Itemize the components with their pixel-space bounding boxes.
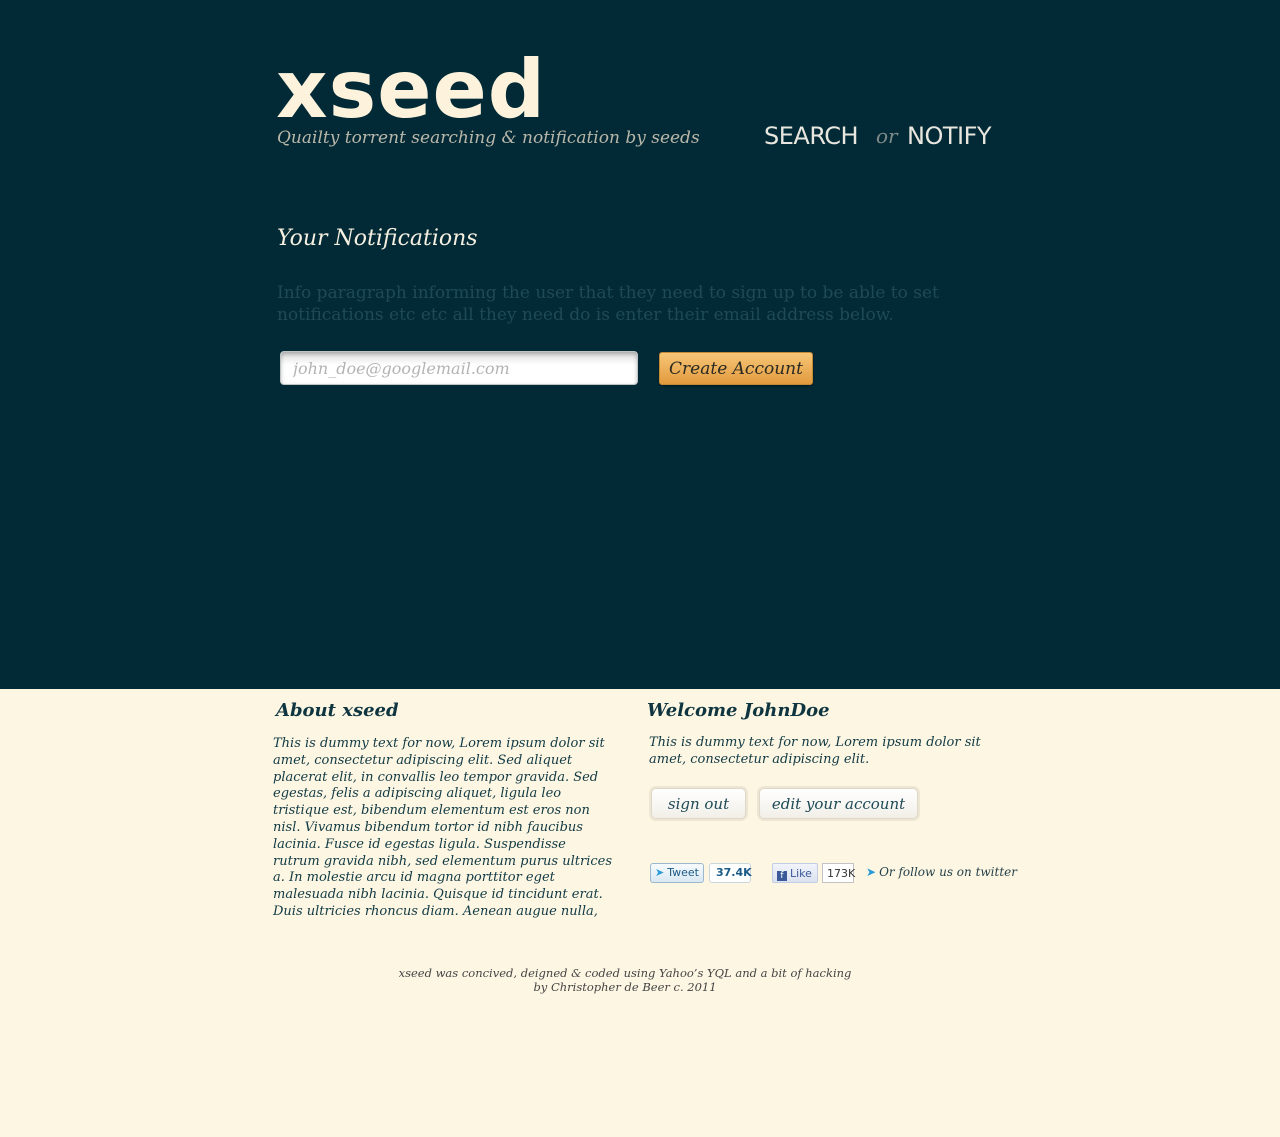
facebook-like-button[interactable]: f Like [772, 863, 818, 883]
welcome-text: This is dummy text for now, Lorem ipsum … [649, 735, 981, 767]
welcome-title: Welcome JohnDoe [647, 700, 830, 721]
follow-text: Or follow us on twitter [879, 865, 1017, 879]
twitter-bird-icon: ➤ [866, 865, 877, 879]
footer-line-1: xseed was concived, deigned & coded usin… [398, 966, 852, 980]
tagline: Quailty torrent searching & notification… [277, 128, 700, 148]
logo[interactable]: xseed [276, 50, 546, 130]
about-text: This is dummy text for now, Lorem ipsum … [273, 736, 613, 919]
twitter-follow-link[interactable]: ➤ Or follow us on twitter [866, 865, 1017, 879]
nav-search-link[interactable]: SEARCH [764, 122, 859, 150]
nav-separator: or [876, 124, 898, 148]
page-title: Your Notifications [277, 226, 478, 251]
sign-out-button[interactable]: sign out [651, 788, 746, 819]
tweet-button[interactable]: ➤ Tweet [650, 863, 704, 883]
edit-account-button[interactable]: edit your account [759, 788, 918, 819]
email-field[interactable] [280, 351, 638, 385]
footer-line-2: by Christopher de Beer c. 2011 [533, 980, 717, 994]
create-account-button[interactable]: Create Account [659, 352, 813, 385]
like-count: 173K [822, 863, 855, 883]
header-area: xseed Quailty torrent searching & notifi… [0, 0, 1280, 689]
tweet-label: Tweet [667, 866, 699, 879]
info-paragraph: Info paragraph informing the user that t… [277, 283, 939, 325]
facebook-icon: f [777, 871, 787, 881]
tweet-count: 37.4K [709, 863, 752, 883]
about-title: About xseed [276, 700, 399, 721]
nav-notify-link[interactable]: NOTIFY [907, 122, 992, 150]
like-label: Like [790, 867, 812, 880]
footer: xseed was concived, deigned & coded usin… [380, 966, 870, 994]
twitter-bird-icon: ➤ [655, 866, 665, 879]
